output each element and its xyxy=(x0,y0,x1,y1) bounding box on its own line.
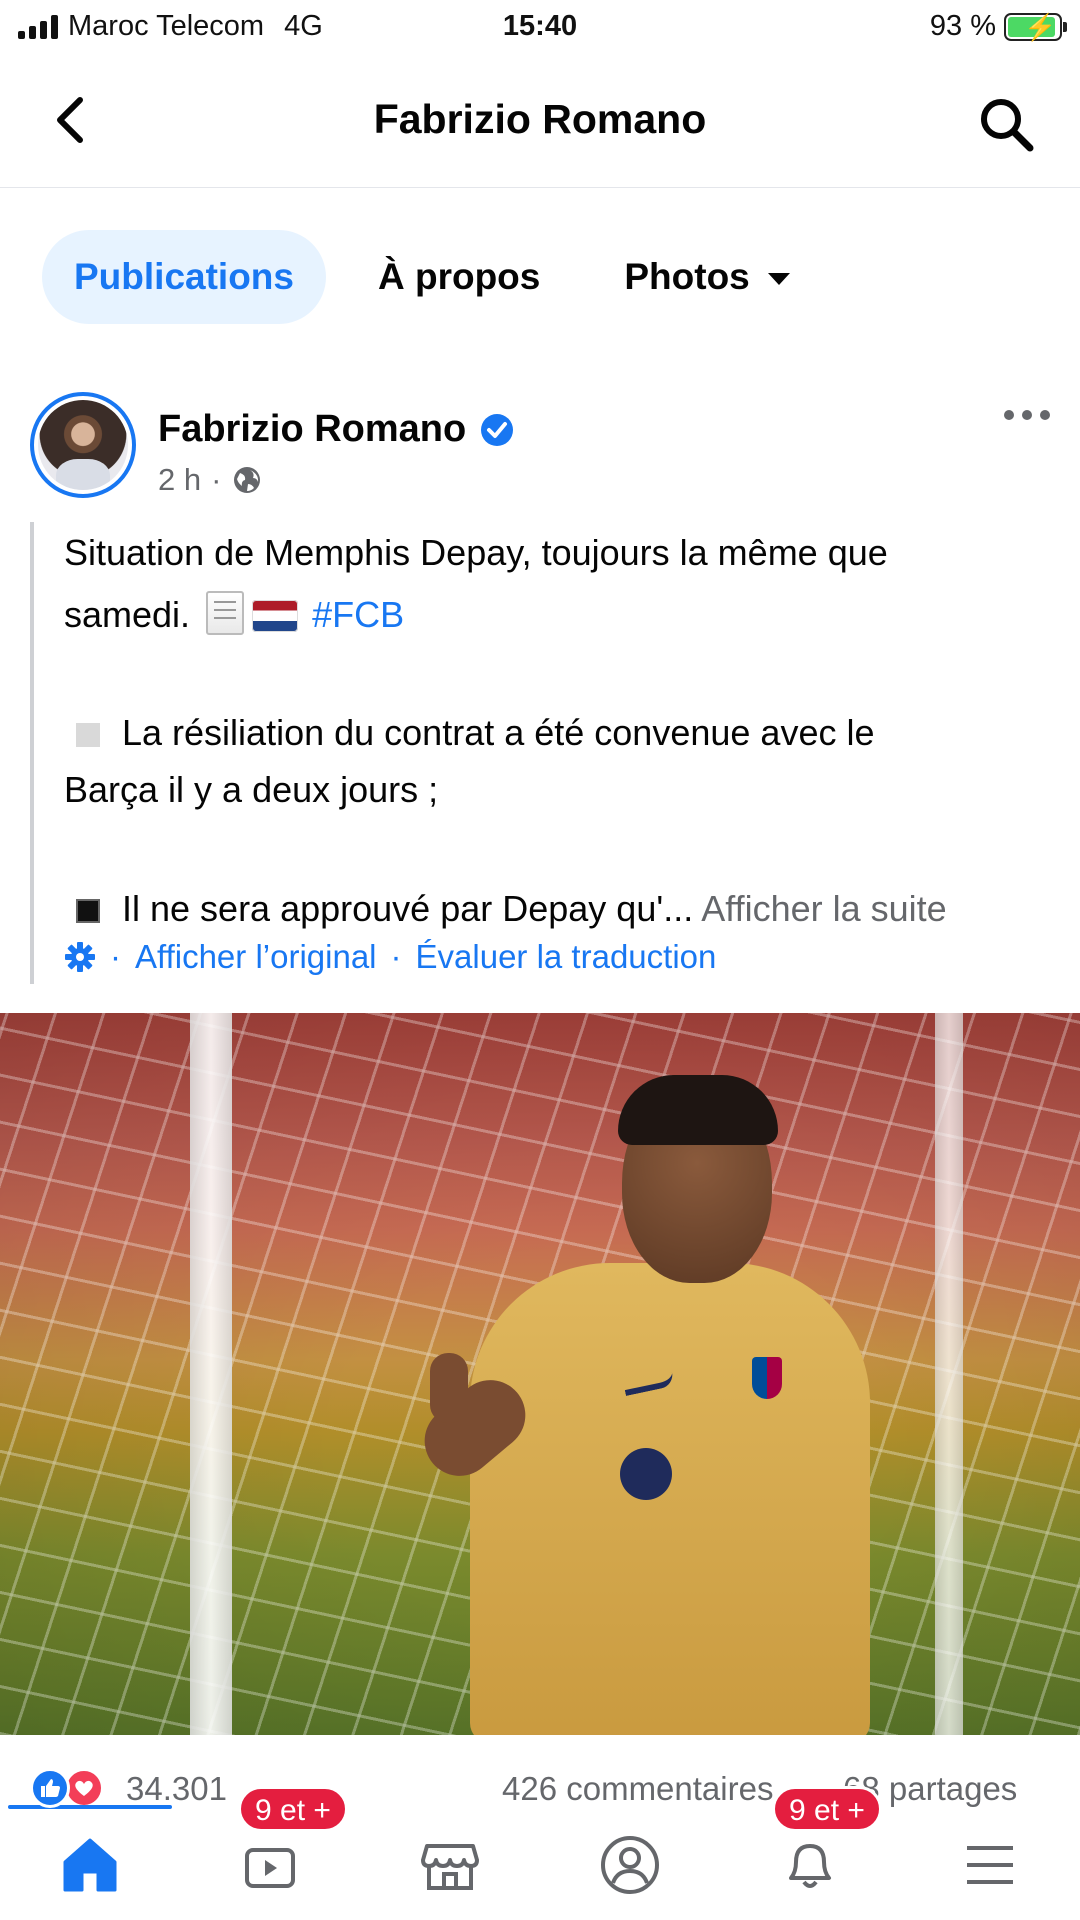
black-square-icon xyxy=(76,899,100,923)
post-photo[interactable] xyxy=(0,1013,1080,1735)
translation-separator: · xyxy=(110,938,121,975)
notification-badge: 9 et + xyxy=(772,1786,882,1832)
status-right: 93 % ⚡ xyxy=(929,10,1067,43)
page-title: Fabrizio Romano xyxy=(373,96,707,142)
like-icon xyxy=(30,1768,70,1808)
avatar-image xyxy=(38,400,128,490)
nav-video[interactable]: 9 et + xyxy=(190,1786,350,1920)
post-text-line: Barça il y a deux jours ; xyxy=(64,764,1060,816)
battery-percent: 93 % xyxy=(929,10,996,42)
profile-tabs: Publications À propos Photos xyxy=(42,230,822,324)
player-hair-graphic xyxy=(618,1075,778,1145)
bottom-navigation: 9 et + 9 et + xyxy=(0,1786,1080,1920)
status-bar: Maroc Telecom 4G 15:40 93 % ⚡ xyxy=(0,0,1080,56)
tab-publications[interactable]: Publications xyxy=(42,230,326,324)
player-shirt-graphic xyxy=(470,1263,870,1735)
post-text-line: samedi. #FCB xyxy=(64,584,1060,646)
hashtag-link[interactable]: #FCB xyxy=(312,594,404,635)
document-emoji-icon xyxy=(206,591,245,635)
thumbs-up-graphic xyxy=(430,1353,468,1423)
show-original-link[interactable]: Afficher l’original xyxy=(135,938,377,976)
globe-icon xyxy=(234,467,261,493)
post-body: Situation de Memphis Depay, toujours la … xyxy=(30,522,1060,984)
more-options-icon[interactable] xyxy=(1004,410,1050,424)
post-time: 2 h xyxy=(158,462,202,497)
tab-about[interactable]: À propos xyxy=(346,230,572,324)
top-header: Fabrizio Romano xyxy=(0,56,1080,188)
reaction-icons[interactable] xyxy=(30,1768,104,1808)
nav-profile[interactable] xyxy=(550,1810,710,1920)
post-meta: 2 h · xyxy=(158,462,263,498)
profile-icon xyxy=(601,1836,659,1894)
battery-icon: ⚡ xyxy=(1004,11,1067,42)
gear-icon[interactable] xyxy=(64,941,96,973)
avatar[interactable] xyxy=(30,392,136,498)
post-header: Fabrizio Romano 2 h · xyxy=(30,392,1050,502)
love-icon xyxy=(64,1768,104,1808)
reaction-count[interactable]: 34.301 xyxy=(126,1770,227,1808)
video-icon xyxy=(245,1848,295,1888)
translation-separator: · xyxy=(390,938,402,975)
tab-photos-label: Photos xyxy=(624,256,750,297)
nav-home[interactable] xyxy=(10,1810,170,1920)
post-text-line: La résiliation du contrat a été convenue… xyxy=(64,702,1060,764)
notification-badge: 9 et + xyxy=(238,1786,348,1832)
meta-separator: · xyxy=(211,462,222,497)
post-author[interactable]: Fabrizio Romano xyxy=(158,408,514,451)
post-text: Barça il y a deux jours ; xyxy=(64,769,439,810)
post-text: La résiliation du contrat a été convenue… xyxy=(122,712,875,753)
author-name-text: Fabrizio Romano xyxy=(158,408,467,450)
menu-icon xyxy=(967,1846,1013,1884)
netherlands-flag-icon xyxy=(252,600,299,632)
post-text: Situation de Memphis Depay, toujours la … xyxy=(64,532,888,573)
goal-post-graphic xyxy=(190,1013,232,1735)
nav-notifications[interactable]: 9 et + xyxy=(730,1786,890,1920)
comment-count[interactable]: 426 commentaires xyxy=(502,1770,773,1808)
active-nav-indicator xyxy=(8,1805,172,1809)
bell-icon xyxy=(789,1844,831,1888)
rate-translation-link[interactable]: Évaluer la traduction xyxy=(416,938,717,976)
marketplace-icon xyxy=(421,1844,479,1890)
caret-down-icon xyxy=(767,273,790,285)
nav-marketplace[interactable] xyxy=(370,1810,530,1920)
post-text-line: Situation de Memphis Depay, toujours la … xyxy=(64,522,1060,584)
post-text-line: Il ne sera approuvé par Depay qu'... Aff… xyxy=(64,878,1060,940)
white-square-icon xyxy=(76,723,100,747)
search-icon[interactable] xyxy=(976,94,1036,154)
see-more-link[interactable]: Afficher la suite xyxy=(701,888,946,929)
tab-photos[interactable]: Photos xyxy=(592,230,821,324)
sponsor-logo-graphic xyxy=(620,1448,672,1500)
club-crest-graphic xyxy=(752,1357,782,1399)
status-time: 15:40 xyxy=(502,10,578,42)
verified-badge-icon xyxy=(481,413,514,446)
goal-post-graphic xyxy=(935,1013,963,1735)
post-text: Il ne sera approuvé par Depay qu'... xyxy=(122,888,694,929)
nav-menu[interactable] xyxy=(910,1810,1070,1920)
charging-icon: ⚡ xyxy=(1024,11,1057,42)
translation-row: · Afficher l’original · Évaluer la tradu… xyxy=(64,938,716,976)
home-icon xyxy=(63,1838,117,1892)
post-text: samedi. xyxy=(64,594,191,635)
